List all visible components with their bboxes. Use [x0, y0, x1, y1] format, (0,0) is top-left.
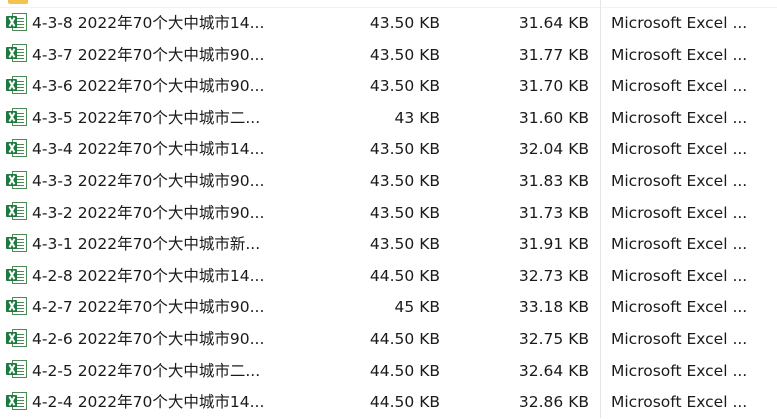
- file-row[interactable]: 4-3-4 2022年70个大中城市14... 43.50 KB 32.04 KB M…: [0, 134, 777, 166]
- file-size: 44.50 KB: [369, 393, 440, 412]
- excel-file-icon: [6, 170, 28, 189]
- file-packed-size: 32.86 KB: [518, 393, 589, 412]
- file-row[interactable]: 4-3-8 2022年70个大中城市14... 43.50 KB 31.64 KB M…: [0, 8, 777, 40]
- file-name-cell[interactable]: 4-3-4 2022年70个大中城市14...: [0, 134, 300, 166]
- excel-file-icon: [6, 202, 28, 221]
- file-type: Microsoft Excel ...: [611, 14, 748, 32]
- file-packed-size: 32.64 KB: [518, 361, 589, 380]
- excel-file-icon: [6, 360, 28, 379]
- file-packed-size: 31.83 KB: [518, 171, 589, 190]
- excel-file-icon: [6, 265, 28, 284]
- file-type: Microsoft Excel ...: [611, 140, 748, 159]
- file-size: 43 KB: [394, 108, 440, 127]
- file-type: Microsoft Excel ...: [611, 203, 748, 222]
- excel-file-icon: [6, 297, 28, 316]
- excel-file-icon: [6, 44, 28, 63]
- file-size: 45 KB: [394, 298, 440, 317]
- file-name: 4-3-4 2022年70个大中城市14...: [32, 140, 265, 159]
- file-row[interactable]: 4-3-7 2022年70个大中城市90... 43.50 KB 31.77 KB M…: [0, 40, 777, 72]
- file-packed-size: 32.04 KB: [518, 140, 589, 159]
- file-name-cell[interactable]: 4-2-8 2022年70个大中城市14...: [0, 261, 300, 293]
- file-name: 4-3-7 2022年70个大中城市90...: [32, 45, 265, 64]
- file-size: 44.50 KB: [369, 266, 440, 285]
- file-name-cell[interactable]: 4-3-7 2022年70个大中城市90...: [0, 40, 300, 72]
- file-size: 43.50 KB: [369, 235, 440, 254]
- excel-file-icon: [6, 391, 28, 410]
- file-packed-size: 31.73 KB: [518, 203, 589, 222]
- file-packed-size: 31.70 KB: [518, 77, 589, 96]
- file-row[interactable]: 4-3-3 2022年70个大中城市90... 43.50 KB 31.83 KB M…: [0, 166, 777, 198]
- excel-file-icon: [6, 12, 28, 31]
- file-size: 43.50 KB: [369, 140, 440, 159]
- file-name: 4-3-1 2022年70个大中城市新...: [32, 235, 261, 254]
- file-packed-size: 31.77 KB: [518, 45, 589, 64]
- file-name-cell[interactable]: 4-2-4 2022年70个大中城市14...: [0, 387, 300, 419]
- file-name-cell[interactable]: 4-2-6 2022年70个大中城市90...: [0, 324, 300, 356]
- file-row[interactable]: 4-2-4 2022年70个大中城市14... 44.50 KB 32.86 KB M…: [0, 387, 777, 419]
- file-type: Microsoft Excel ...: [611, 235, 748, 254]
- file-name-cell[interactable]: 4-3-2 2022年70个大中城市90...: [0, 198, 300, 230]
- file-row[interactable]: 4-3-6 2022年70个大中城市90... 43.50 KB 31.70 KB M…: [0, 71, 777, 103]
- file-size: 43.50 KB: [369, 203, 440, 222]
- file-packed-size: 32.73 KB: [518, 266, 589, 285]
- file-size: 44.50 KB: [369, 361, 440, 380]
- file-type: Microsoft Excel ...: [611, 298, 748, 317]
- file-type: Microsoft Excel ...: [611, 45, 748, 64]
- file-name: 4-2-6 2022年70个大中城市90...: [32, 329, 265, 348]
- folder-icon: [8, 0, 28, 4]
- file-name: 4-2-7 2022年70个大中城市90...: [32, 298, 265, 317]
- file-name: 4-2-8 2022年70个大中城市14...: [32, 266, 265, 285]
- file-name-cell[interactable]: 4-3-1 2022年70个大中城市新...: [0, 229, 300, 261]
- file-name-cell[interactable]: 4-3-6 2022年70个大中城市90...: [0, 71, 300, 103]
- file-size: 43.50 KB: [369, 171, 440, 190]
- previous-row-edge: [0, 0, 777, 8]
- file-name-cell[interactable]: 4-2-5 2022年70个大中城市二...: [0, 356, 300, 388]
- file-name: 4-3-8 2022年70个大中城市14...: [32, 14, 265, 32]
- file-name: 4-2-5 2022年70个大中城市二...: [32, 361, 261, 380]
- file-type: Microsoft Excel ...: [611, 393, 748, 412]
- file-name-cell[interactable]: 4-3-3 2022年70个大中城市90...: [0, 166, 300, 198]
- file-name: 4-3-2 2022年70个大中城市90...: [32, 203, 265, 222]
- file-type: Microsoft Excel ...: [611, 77, 748, 96]
- file-packed-size: 31.91 KB: [518, 235, 589, 254]
- excel-file-icon: [6, 75, 28, 94]
- file-name: 4-3-6 2022年70个大中城市90...: [32, 77, 265, 96]
- file-size: 43.50 KB: [369, 77, 440, 96]
- file-type: Microsoft Excel ...: [611, 171, 748, 190]
- file-row[interactable]: 4-3-5 2022年70个大中城市二... 43 KB 31.60 KB Micro…: [0, 103, 777, 135]
- file-type: Microsoft Excel ...: [611, 266, 748, 285]
- file-row[interactable]: 4-2-8 2022年70个大中城市14... 44.50 KB 32.73 KB M…: [0, 261, 777, 293]
- file-type: Microsoft Excel ...: [611, 361, 748, 380]
- file-name: 4-3-3 2022年70个大中城市90...: [32, 171, 265, 190]
- file-type: Microsoft Excel ...: [611, 108, 748, 127]
- file-name-cell[interactable]: 4-2-7 2022年70个大中城市90...: [0, 292, 300, 324]
- file-packed-size: 31.60 KB: [518, 108, 589, 127]
- file-size: 43.50 KB: [369, 14, 440, 32]
- excel-file-icon: [6, 107, 28, 126]
- file-type: Microsoft Excel ...: [611, 329, 748, 348]
- file-packed-size: 33.18 KB: [518, 298, 589, 317]
- file-name: 4-2-4 2022年70个大中城市14...: [32, 393, 265, 412]
- file-row[interactable]: 4-3-1 2022年70个大中城市新... 43.50 KB 31.91 KB Mi…: [0, 229, 777, 261]
- file-size: 44.50 KB: [369, 329, 440, 348]
- file-name-cell[interactable]: 4-3-8 2022年70个大中城市14...: [0, 8, 300, 40]
- file-list: 4-3-8 2022年70个大中城市14... 43.50 KB 31.64 KB M…: [0, 8, 777, 419]
- file-row[interactable]: 4-2-7 2022年70个大中城市90... 45 KB 33.18 KB Micr…: [0, 292, 777, 324]
- file-name: 4-3-5 2022年70个大中城市二...: [32, 108, 261, 127]
- file-size: 43.50 KB: [369, 45, 440, 64]
- file-row[interactable]: 4-2-5 2022年70个大中城市二... 44.50 KB 32.64 KB Mi…: [0, 356, 777, 388]
- excel-file-icon: [6, 328, 28, 347]
- file-packed-size: 32.75 KB: [518, 329, 589, 348]
- file-row[interactable]: 4-2-6 2022年70个大中城市90... 44.50 KB 32.75 KB M…: [0, 324, 777, 356]
- file-packed-size: 31.64 KB: [518, 14, 589, 32]
- file-name-cell[interactable]: 4-3-5 2022年70个大中城市二...: [0, 103, 300, 135]
- excel-file-icon: [6, 139, 28, 158]
- excel-file-icon: [6, 233, 28, 252]
- file-row[interactable]: 4-3-2 2022年70个大中城市90... 43.50 KB 31.73 KB M…: [0, 198, 777, 230]
